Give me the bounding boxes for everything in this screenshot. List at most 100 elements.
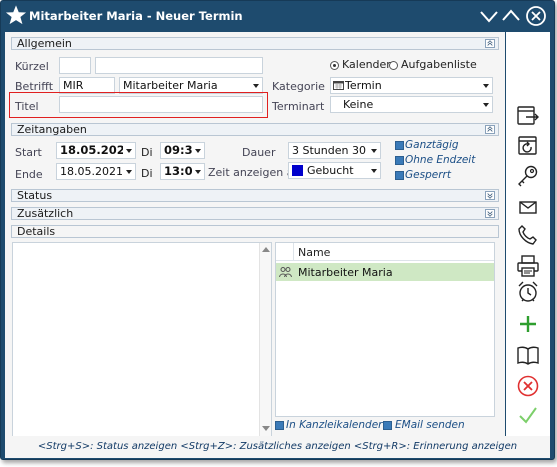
print-icon [517,255,539,277]
alarm-button[interactable] [506,277,550,307]
cancel-button[interactable] [506,371,550,401]
titel-label: Titel [15,100,39,113]
radio-kalender-label: Kalender [342,58,391,71]
group-icon [279,267,292,278]
confirm-icon [519,407,537,424]
gesperrt-checkbox[interactable] [395,171,404,180]
list-item-name: Mitarbeiter Maria [298,266,393,279]
kategorie-select[interactable]: Termin [330,77,493,94]
ende-label: Ende [15,168,43,181]
section-allgemein-label: Allgemein [17,37,72,50]
calendar-icon [333,81,344,90]
email-senden-label: EMail senden [395,419,465,431]
phone-icon [518,225,537,245]
chevron-down-icon[interactable] [368,163,380,178]
terminart-value: Keine [343,98,374,111]
chevron-down-icon[interactable] [192,164,204,179]
kuerzel-name-input[interactable] [95,57,263,74]
refresh-button[interactable] [506,130,550,160]
add-icon [520,316,536,332]
key-button[interactable] [506,161,550,191]
title-bar: Mitarbeiter Maria - Neuer Termin [1,1,554,31]
appointment-window: Mitarbeiter Maria - Neuer Termin Allgeme… [0,0,555,460]
scroll-down-icon[interactable] [262,426,270,432]
chevron-down-icon[interactable] [368,143,380,158]
start-time-input[interactable]: 09:30 [160,142,205,159]
collapse-section-icon[interactable] [485,125,495,134]
alarm-icon [518,281,538,302]
refresh-icon [518,136,537,155]
busy-color-swatch [292,165,303,176]
list-item[interactable]: Mitarbeiter Maria [276,263,494,281]
chevron-down-icon[interactable] [480,97,492,112]
start-date-input[interactable]: 18.05.2021 [56,142,136,159]
window-title: Mitarbeiter Maria - Neuer Termin [29,9,243,23]
dauer-label: Dauer [242,146,276,159]
close-icon[interactable] [525,5,547,27]
list-header-row: Name [276,243,494,261]
chevron-down-icon[interactable] [480,78,492,93]
ende-date-value: 18.05.2021 [60,165,123,178]
section-zusaetzlich-label: Zusätzlich [17,207,74,220]
section-zeitangaben-label: Zeitangaben [17,123,87,136]
collapse-icon[interactable] [478,5,500,27]
zeit-anzeigen-select[interactable]: Gebucht [288,162,381,179]
radio-aufgabenliste[interactable] [389,61,398,70]
export-button[interactable] [506,100,550,130]
section-zusaetzlich[interactable]: Zusätzlich [11,207,499,220]
dauer-select[interactable]: 3 Stunden 30 Mi [288,142,381,159]
chevron-down-icon[interactable] [123,164,135,179]
details-textarea[interactable] [12,242,272,437]
start-label: Start [15,146,42,159]
terminart-select[interactable]: Keine [330,96,493,113]
expand-section-icon[interactable] [485,191,495,200]
ohne-endzeit-checkbox[interactable] [395,156,404,165]
ganztaegig-checkbox[interactable] [395,141,404,150]
mail-button[interactable] [506,192,550,222]
section-zeitangaben[interactable]: Zeitangaben [11,123,499,136]
section-allgemein[interactable]: Allgemein [11,37,499,50]
in-kanzleikalender-label: In Kanzleikalender [286,419,383,431]
section-status-label: Status [17,189,53,202]
start-day: Di [141,146,153,159]
add-button[interactable] [506,309,550,339]
chevron-down-icon[interactable] [123,143,135,158]
phone-button[interactable] [506,220,550,250]
scroll-up-icon[interactable] [262,246,270,252]
cancel-icon [517,375,539,397]
ohne-endzeit-label: Ohne Endzeit [405,154,476,166]
list-header-icon-col [276,243,294,261]
in-kanzleikalender-checkbox[interactable] [275,421,284,430]
chevron-down-icon[interactable] [250,78,262,93]
betrifft-name-value: Mitarbeiter Maria [123,79,218,92]
chevron-down-icon[interactable] [192,143,204,158]
confirm-button[interactable] [506,400,550,430]
kuerzel-label: Kürzel [15,60,49,73]
details-scrollbar[interactable] [259,243,271,436]
section-status[interactable]: Status [11,189,499,202]
gesperrt-label: Gesperrt [405,169,451,181]
book-button[interactable] [506,340,550,370]
list-header-name[interactable]: Name [298,246,330,259]
email-senden-checkbox[interactable] [383,421,392,430]
participants-list: Name Mitarbeiter Maria [275,242,495,417]
export-icon [517,106,539,125]
expand-icon[interactable] [500,5,522,27]
radio-kalender[interactable] [330,61,339,70]
book-icon [517,346,539,365]
section-details: Details [11,225,499,238]
terminart-label: Terminart [272,100,325,113]
kuerzel-input[interactable] [59,57,91,74]
ende-time-input[interactable]: 13:00 [160,163,205,180]
ende-date-input[interactable]: 18.05.2021 [56,163,136,180]
key-icon [518,165,538,187]
expand-section-icon[interactable] [485,209,495,218]
kategorie-value: Termin [345,79,382,92]
form-area: Allgemein Kürzel Kalender Aufgabenliste … [5,32,505,437]
action-sidebar [506,32,550,436]
titel-input[interactable] [59,96,263,113]
section-details-label: Details [17,225,56,238]
mail-icon [519,201,537,214]
kategorie-label: Kategorie [272,80,325,93]
collapse-section-icon[interactable] [485,39,495,48]
